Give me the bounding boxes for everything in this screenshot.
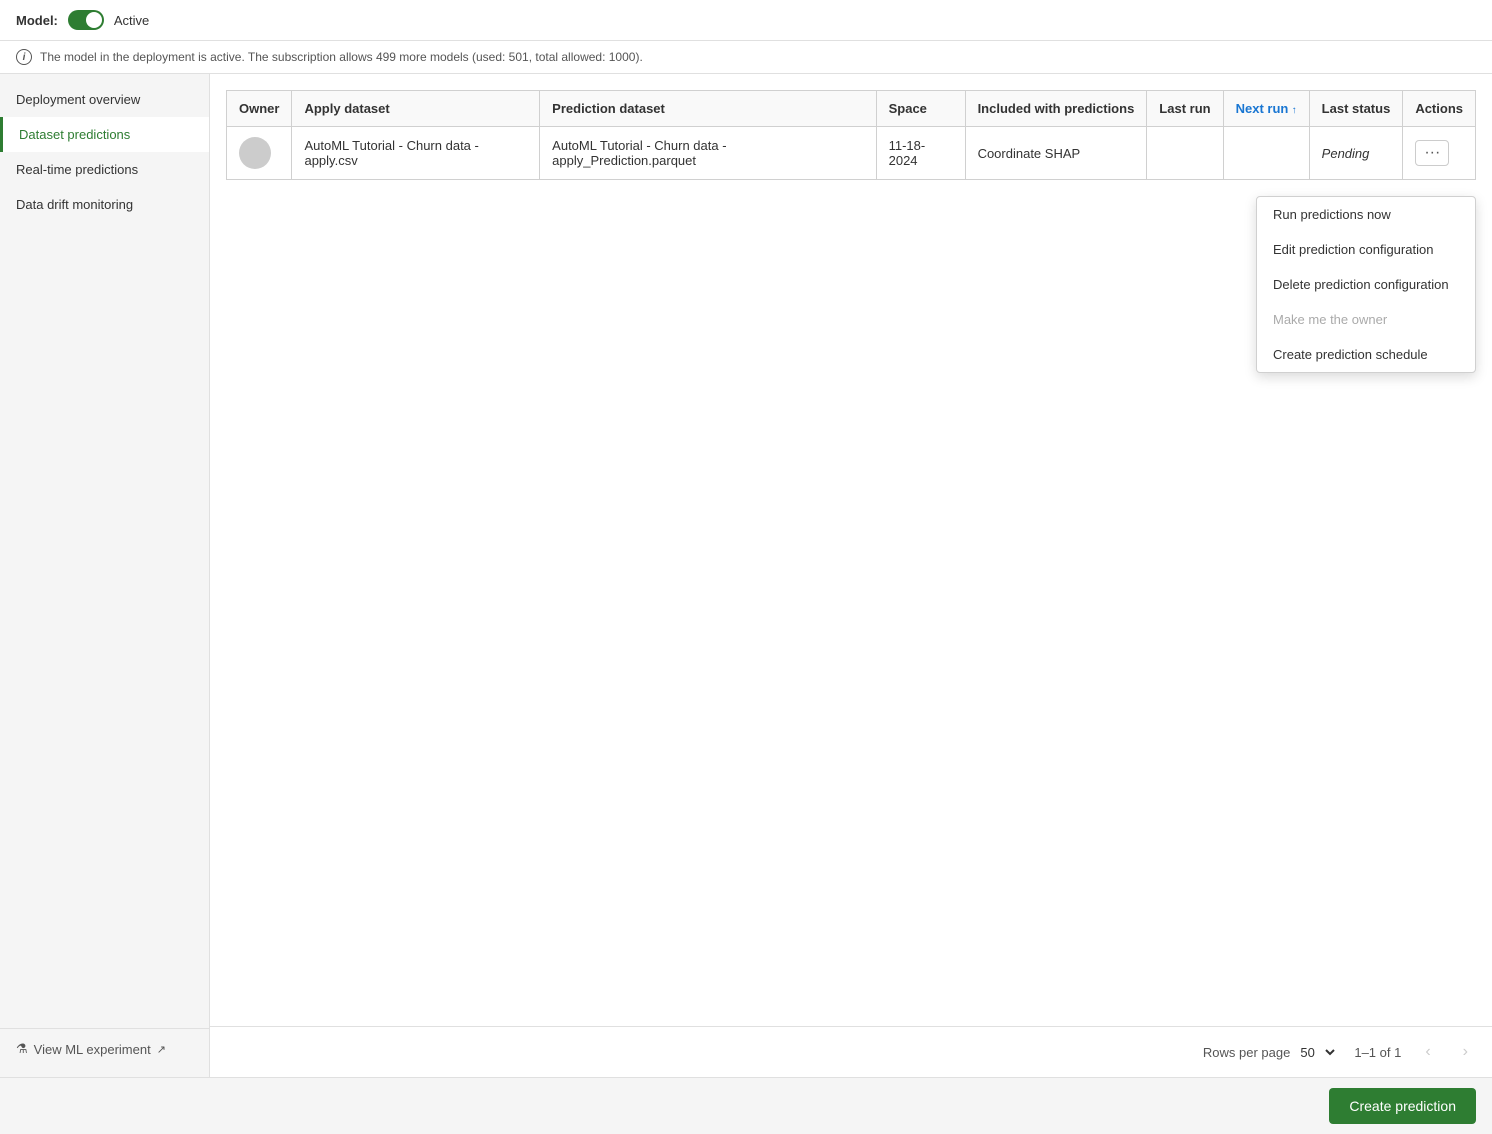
col-actions: Actions — [1403, 91, 1476, 127]
prev-page-button[interactable]: ‹ — [1417, 1039, 1438, 1065]
cell-owner — [227, 127, 292, 180]
cell-last-status: Pending — [1309, 127, 1403, 180]
table-footer: Rows per page 50 25 100 1–1 of 1 ‹ › — [210, 1026, 1492, 1077]
dropdown-delete-prediction-config[interactable]: Delete prediction configuration — [1257, 267, 1475, 302]
info-text: The model in the deployment is active. T… — [40, 50, 643, 64]
dropdown-create-prediction-schedule[interactable]: Create prediction schedule — [1257, 337, 1475, 372]
cell-prediction-dataset: AutoML Tutorial - Churn data - apply_Pre… — [540, 127, 876, 180]
sidebar: Deployment overview Dataset predictions … — [0, 74, 210, 1077]
avatar — [239, 137, 271, 169]
col-owner: Owner — [227, 91, 292, 127]
pagination-info: 1–1 of 1 — [1354, 1045, 1401, 1060]
actions-dropdown-menu: Run predictions now Edit prediction conf… — [1256, 196, 1476, 373]
col-apply-dataset: Apply dataset — [292, 91, 540, 127]
actions-menu-button[interactable]: ··· — [1415, 140, 1449, 166]
col-included-with-predictions: Included with predictions — [965, 91, 1147, 127]
cell-space: 11-18-2024 — [876, 127, 965, 180]
sidebar-item-realtime-predictions[interactable]: Real-time predictions — [0, 152, 209, 187]
dropdown-run-predictions-now[interactable]: Run predictions now — [1257, 197, 1475, 232]
bottom-bar: Create prediction — [0, 1077, 1492, 1134]
top-bar: Model: Active — [0, 0, 1492, 41]
col-prediction-dataset: Prediction dataset — [540, 91, 876, 127]
predictions-table: Owner Apply dataset Prediction dataset S… — [226, 90, 1476, 180]
rows-per-page: Rows per page 50 25 100 — [1203, 1044, 1338, 1061]
cell-next-run — [1223, 127, 1309, 180]
cell-actions: ··· — [1403, 127, 1476, 180]
view-ml-experiment-link[interactable]: ⚗ View ML experiment ↗ — [0, 1028, 209, 1069]
sidebar-item-deployment-overview[interactable]: Deployment overview — [0, 82, 209, 117]
sidebar-item-dataset-predictions[interactable]: Dataset predictions — [0, 117, 209, 152]
info-bar: i The model in the deployment is active.… — [0, 41, 1492, 74]
create-prediction-button[interactable]: Create prediction — [1329, 1088, 1476, 1124]
flask-icon: ⚗ — [16, 1041, 28, 1057]
dropdown-edit-prediction-config[interactable]: Edit prediction configuration — [1257, 232, 1475, 267]
next-page-button[interactable]: › — [1455, 1039, 1476, 1065]
cell-included-with-predictions: Coordinate SHAP — [965, 127, 1147, 180]
col-next-run[interactable]: Next run ↑ — [1223, 91, 1309, 127]
model-label: Model: — [16, 13, 58, 28]
dropdown-make-me-owner: Make me the owner — [1257, 302, 1475, 337]
col-space: Space — [876, 91, 965, 127]
col-last-status: Last status — [1309, 91, 1403, 127]
external-link-icon: ↗ — [157, 1043, 166, 1056]
cell-apply-dataset: AutoML Tutorial - Churn data - apply.csv — [292, 127, 540, 180]
cell-last-run — [1147, 127, 1223, 180]
col-last-run: Last run — [1147, 91, 1223, 127]
info-icon: i — [16, 49, 32, 65]
active-label: Active — [114, 13, 149, 28]
table-row: AutoML Tutorial - Churn data - apply.csv… — [227, 127, 1476, 180]
rows-per-page-select[interactable]: 50 25 100 — [1296, 1044, 1338, 1061]
sidebar-item-data-drift-monitoring[interactable]: Data drift monitoring — [0, 187, 209, 222]
content-area: Owner Apply dataset Prediction dataset S… — [210, 74, 1492, 1077]
model-toggle[interactable] — [68, 10, 104, 30]
